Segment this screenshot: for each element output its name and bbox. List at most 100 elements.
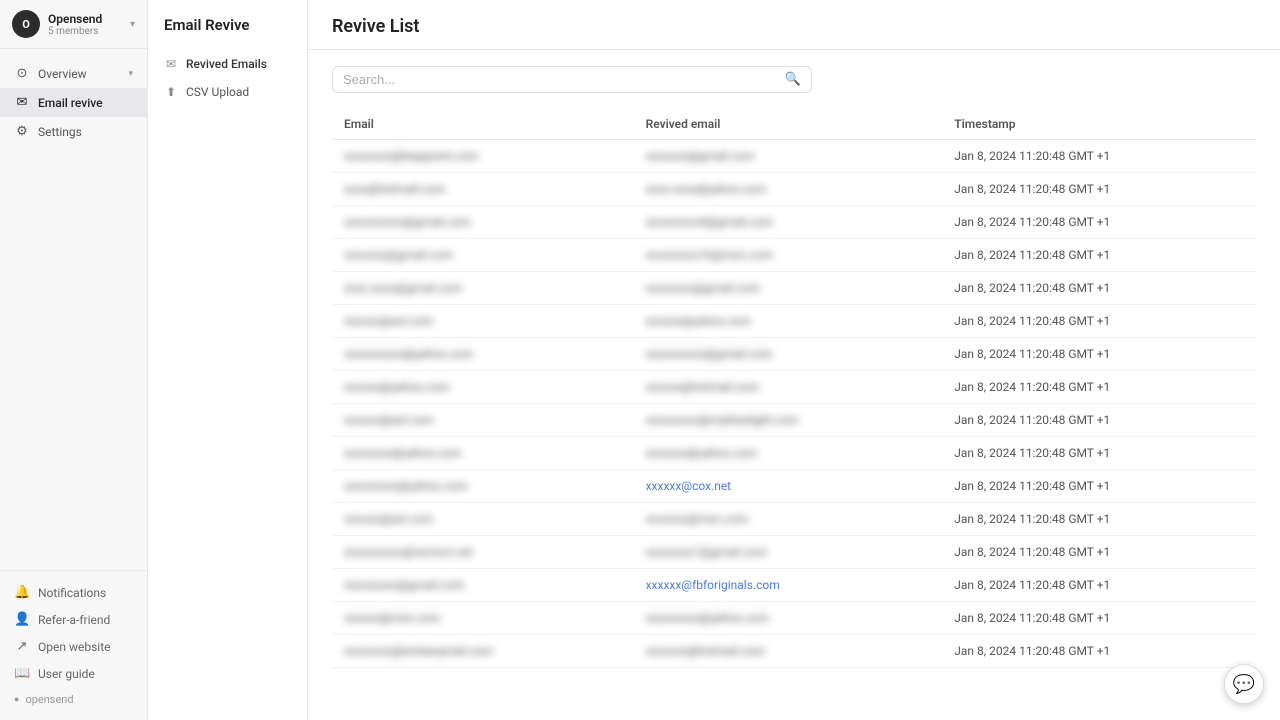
sidebar-item-overview[interactable]: ⊙ Overview ▾ (0, 59, 147, 88)
cell-email: xxxxxxxxxx@yahoo.com (332, 338, 634, 371)
sidebar-item-refer[interactable]: 👤 Refer-a-friend (0, 606, 147, 633)
sub-sidebar-item-revived-emails[interactable]: ✉ Revived Emails (148, 50, 307, 78)
overview-icon: ⊙ (14, 66, 30, 81)
sidebar-item-settings-label: Settings (38, 125, 82, 139)
cell-timestamp: Jan 8, 2024 11:20:48 GMT +1 (942, 437, 1256, 470)
table-row: xxxx@hotmail.comxxxx.xxxx@yahoo.comJan 8… (332, 173, 1256, 206)
org-chevron-icon: ▾ (130, 19, 135, 30)
cell-email: xxxx@hotmail.com (332, 173, 634, 206)
cell-email: xxxxxxxxxx@gmail.com (332, 206, 634, 239)
cell-email: xxxx.xxxx@gmail.com (332, 272, 634, 305)
col-timestamp: Timestamp (942, 109, 1256, 140)
cell-revived-email: xxxxxx@hotmail.com (634, 371, 943, 404)
table-body: xxxxxxxx@leappoint.comxxxxxxx@gmail.comJ… (332, 140, 1256, 668)
cell-revived-email: xxxxxxx@hotmail.com (634, 635, 943, 668)
table-row: xxxxxxxxxx@gmail.comxxxxxxxxx4@gmail.com… (332, 206, 1256, 239)
col-email: Email (332, 109, 634, 140)
col-revived-email: Revived email (634, 109, 943, 140)
revive-table: Email Revived email Timestamp xxxxxxxx@l… (332, 109, 1256, 668)
notifications-label: Notifications (38, 586, 106, 600)
cell-timestamp: Jan 8, 2024 11:20:48 GMT +1 (942, 569, 1256, 602)
cell-timestamp: Jan 8, 2024 11:20:48 GMT +1 (942, 404, 1256, 437)
table-row: xxxx.xxxx@gmail.comxxxxxxxx@gmail.comJan… (332, 272, 1256, 305)
open-website-label: Open website (38, 640, 110, 654)
cell-timestamp: Jan 8, 2024 11:20:48 GMT +1 (942, 635, 1256, 668)
cell-revived-email: xxxxxxxx1@gmail.com (634, 536, 943, 569)
cell-email: xxxxxxxx@yahoo.com (332, 437, 634, 470)
table-row: xxxxxx@aol.comxxxxxxx@msn.comJan 8, 2024… (332, 503, 1256, 536)
cell-timestamp: Jan 8, 2024 11:20:48 GMT +1 (942, 173, 1256, 206)
cell-revived-email: xxxxxxxxxx@gmail.com (634, 338, 943, 371)
cell-timestamp: Jan 8, 2024 11:20:48 GMT +1 (942, 305, 1256, 338)
table-row: xxxxxx@msn.comxxxxxxxxx@yahoo.comJan 8, … (332, 602, 1256, 635)
chat-icon: 💬 (1233, 674, 1255, 695)
page-title: Revive List (332, 16, 419, 37)
org-info: Opensend 5 members (48, 12, 102, 37)
table-row: xxxxxxxxx@yahoo.comxxxxxx@cox.netJan 8, … (332, 470, 1256, 503)
sidebar-bottom: 🔔 Notifications 👤 Refer-a-friend ↗ Open … (0, 570, 147, 720)
cell-timestamp: Jan 8, 2024 11:20:48 GMT +1 (942, 503, 1256, 536)
cell-email: xxxxxxxx@leappoint.com (332, 140, 634, 173)
chat-button[interactable]: 💬 (1224, 664, 1264, 704)
sidebar-header[interactable]: O Opensend 5 members ▾ (0, 0, 147, 49)
table-header: Email Revived email Timestamp (332, 109, 1256, 140)
sidebar-item-user-guide[interactable]: 📖 User guide (0, 660, 147, 687)
sidebar-item-open-website[interactable]: ↗ Open website (0, 633, 147, 660)
main-body: 🔍 Email Revived email Timestamp xxxxxxxx… (308, 50, 1280, 720)
sidebar: O Opensend 5 members ▾ ⊙ Overview ▾ ✉ Em… (0, 0, 148, 720)
cell-revived-email: xxxxxxxx@gmail.com (634, 272, 943, 305)
cell-email: xxxxxxxx@embarqmail.com (332, 635, 634, 668)
cell-email: xxxxxxxxx@gmail.com (332, 569, 634, 602)
org-name: Opensend (48, 12, 102, 26)
settings-icon: ⚙ (14, 124, 30, 139)
cell-email: xxxxxx@aol.com (332, 305, 634, 338)
cell-timestamp: Jan 8, 2024 11:20:48 GMT +1 (942, 140, 1256, 173)
revived-emails-icon: ✉ (164, 57, 178, 71)
sidebar-item-settings[interactable]: ⚙ Settings (0, 117, 147, 146)
table-row: xxxxxxxxx@gmail.comxxxxxx@fbforiginals.c… (332, 569, 1256, 602)
search-input[interactable] (343, 72, 785, 87)
sub-sidebar-title: Email Revive (148, 16, 307, 50)
cell-email: xxxxxxx@gmail.com (332, 239, 634, 272)
table-row: xxxxxxxxxx@verizon.netxxxxxxxx1@gmail.co… (332, 536, 1256, 569)
sidebar-section-main: ⊙ Overview ▾ ✉ Email revive ⚙ Settings (0, 57, 147, 148)
overview-chevron-icon: ▾ (128, 69, 133, 79)
table-row: xxxxxx@aol.comxxxxxx@yahoo.comJan 8, 202… (332, 305, 1256, 338)
csv-upload-icon: ⬆ (164, 85, 178, 99)
cell-email: xxxxxxxxx@yahoo.com (332, 470, 634, 503)
cell-revived-email: xxxxxxxxx4@gmail.com (634, 206, 943, 239)
cell-revived-email: xxxxxxxxx@mybluelight.com (634, 404, 943, 437)
search-bar[interactable]: 🔍 (332, 66, 812, 93)
open-website-icon: ↗ (14, 639, 30, 654)
refer-icon: 👤 (14, 612, 30, 627)
user-guide-label: User guide (38, 667, 95, 681)
table-row: xxxxxxxxxx@yahoo.comxxxxxxxxxx@gmail.com… (332, 338, 1256, 371)
table-row: xxxxxx@yahoo.comxxxxxx@hotmail.comJan 8,… (332, 371, 1256, 404)
cell-timestamp: Jan 8, 2024 11:20:48 GMT +1 (942, 206, 1256, 239)
table-row: xxxxxxxx@leappoint.comxxxxxxx@gmail.comJ… (332, 140, 1256, 173)
cell-email: xxxxxx@yahoo.com (332, 371, 634, 404)
sub-sidebar-item-csv-upload[interactable]: ⬆ CSV Upload (148, 78, 307, 106)
cell-timestamp: Jan 8, 2024 11:20:48 GMT +1 (942, 239, 1256, 272)
opensend-dot-icon: ● (14, 694, 19, 705)
email-revive-icon: ✉ (14, 95, 30, 110)
main-content: Revive List 🔍 Email Revived email Timest… (308, 0, 1280, 720)
search-icon: 🔍 (785, 72, 801, 87)
cell-revived-email: xxxxxx@fbforiginals.com (634, 569, 943, 602)
revived-emails-label: Revived Emails (186, 57, 267, 71)
cell-revived-email: xxxxxxx@yahoo.com (634, 437, 943, 470)
cell-revived-email: xxxxxxx@gmail.com (634, 140, 943, 173)
sidebar-item-email-revive[interactable]: ✉ Email revive (0, 88, 147, 117)
cell-revived-email: xxxx.xxxx@yahoo.com (634, 173, 943, 206)
table-row: xxxxxx@aol.comxxxxxxxxx@mybluelight.comJ… (332, 404, 1256, 437)
cell-timestamp: Jan 8, 2024 11:20:48 GMT +1 (942, 272, 1256, 305)
table-row: xxxxxxx@gmail.comxxxxxxxxx1k@msn.comJan … (332, 239, 1256, 272)
user-guide-icon: 📖 (14, 666, 30, 681)
sub-sidebar: Email Revive ✉ Revived Emails ⬆ CSV Uplo… (148, 0, 308, 720)
cell-timestamp: Jan 8, 2024 11:20:48 GMT +1 (942, 470, 1256, 503)
cell-email: xxxxxxxxxx@verizon.net (332, 536, 634, 569)
csv-upload-label: CSV Upload (186, 85, 249, 99)
sidebar-item-email-revive-label: Email revive (38, 96, 103, 110)
sidebar-item-notifications[interactable]: 🔔 Notifications (0, 579, 147, 606)
cell-revived-email: xxxxxxx@msn.com (634, 503, 943, 536)
